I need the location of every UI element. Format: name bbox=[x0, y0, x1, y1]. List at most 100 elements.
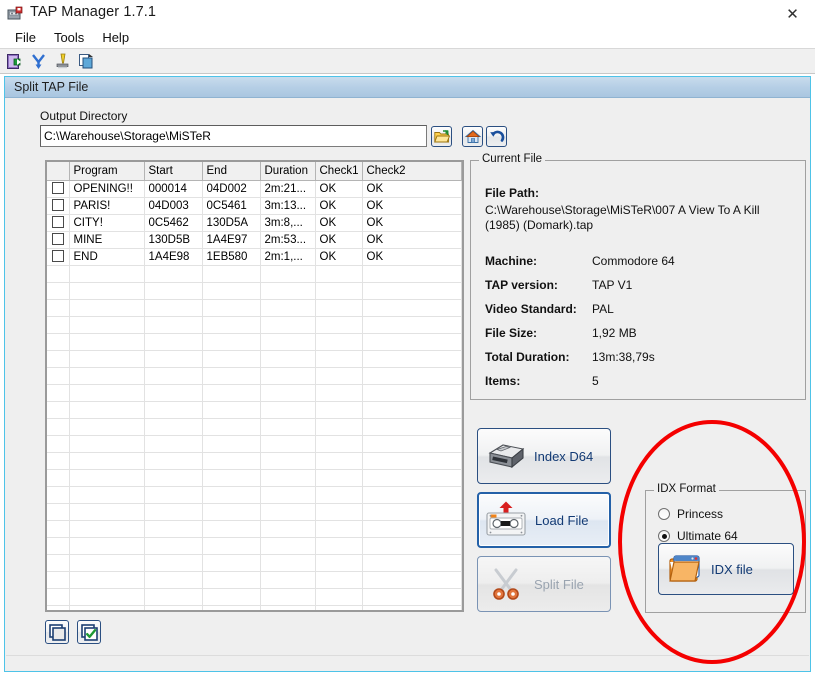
cell-empty bbox=[202, 571, 261, 589]
tap-version-label: TAP version: bbox=[485, 278, 558, 292]
cell-empty bbox=[362, 452, 462, 470]
table-row-empty bbox=[47, 486, 462, 504]
undo-icon[interactable] bbox=[486, 126, 507, 147]
checkbox-icon[interactable] bbox=[51, 199, 64, 212]
split-file-label: Split File bbox=[534, 576, 584, 592]
cell-empty bbox=[144, 469, 203, 487]
cell-empty bbox=[69, 554, 145, 572]
checkbox-icon[interactable] bbox=[51, 250, 64, 263]
cell-empty bbox=[47, 265, 70, 283]
split-file-button[interactable]: Split File bbox=[477, 556, 611, 612]
output-directory-input[interactable] bbox=[40, 125, 427, 147]
index-d64-button[interactable]: Index D64 bbox=[477, 428, 611, 484]
cell-empty bbox=[260, 469, 316, 487]
cell-empty bbox=[47, 282, 70, 300]
home-icon[interactable] bbox=[462, 126, 483, 147]
cell-empty bbox=[144, 554, 203, 572]
radio-princess[interactable]: Princess bbox=[658, 507, 723, 521]
load-file-label: Load File bbox=[535, 512, 589, 528]
radio-icon-unselected bbox=[658, 508, 670, 520]
cell-empty bbox=[315, 350, 363, 368]
check-all-icon[interactable] bbox=[77, 620, 101, 644]
cell-empty bbox=[260, 316, 316, 334]
cell-empty bbox=[202, 367, 261, 385]
column-header-check1[interactable]: Check1 bbox=[315, 162, 363, 181]
cell-empty bbox=[362, 299, 462, 317]
checkbox-icon[interactable] bbox=[51, 216, 64, 229]
cell-check2: OK bbox=[362, 248, 462, 266]
cell-program: END bbox=[69, 248, 145, 266]
index-d64-label: Index D64 bbox=[534, 448, 594, 464]
load-file-button[interactable]: Load File bbox=[477, 492, 611, 548]
row-checkbox-cell[interactable] bbox=[47, 248, 70, 266]
close-icon[interactable]: ✕ bbox=[770, 0, 815, 28]
select-all-icon[interactable] bbox=[45, 620, 69, 644]
cell-program: OPENING!! bbox=[69, 180, 145, 198]
file-path-label: File Path: bbox=[485, 186, 540, 200]
cell-empty bbox=[260, 350, 316, 368]
cell-duration: 2m:53... bbox=[260, 231, 316, 249]
cell-empty bbox=[260, 418, 316, 436]
cell-empty bbox=[315, 503, 363, 521]
row-checkbox-cell[interactable] bbox=[47, 197, 70, 215]
menu-item-file[interactable]: File bbox=[6, 28, 45, 47]
cell-empty bbox=[47, 418, 70, 436]
cell-empty bbox=[47, 554, 70, 572]
cell-empty bbox=[362, 282, 462, 300]
cell-empty bbox=[260, 605, 316, 610]
table-row[interactable]: CITY! 0C5462 130D5A 3m:8,... OK OK bbox=[47, 214, 462, 232]
table-row[interactable]: MINE 130D5B 1A4E97 2m:53... OK OK bbox=[47, 231, 462, 249]
cell-end: 04D002 bbox=[202, 180, 261, 198]
program-list-grid[interactable]: Program Start End Duration Check1 Check2… bbox=[45, 160, 464, 612]
saw-icon[interactable] bbox=[51, 50, 73, 72]
split-icon[interactable] bbox=[27, 50, 49, 72]
exit-icon[interactable] bbox=[3, 50, 25, 72]
radio-ultimate-64[interactable]: Ultimate 64 bbox=[658, 529, 738, 543]
cell-empty bbox=[315, 588, 363, 606]
idx-file-button[interactable]: IDX file bbox=[658, 543, 794, 595]
browse-folder-icon[interactable] bbox=[431, 126, 452, 147]
cell-empty bbox=[69, 486, 145, 504]
tab-split-tap-file[interactable]: Split TAP File bbox=[14, 80, 88, 94]
cell-empty bbox=[144, 520, 203, 538]
scissors-icon bbox=[478, 567, 534, 601]
table-row[interactable]: OPENING!! 000014 04D002 2m:21... OK OK bbox=[47, 180, 462, 198]
column-header-duration[interactable]: Duration bbox=[260, 162, 316, 181]
row-checkbox-cell[interactable] bbox=[47, 214, 70, 232]
cell-empty bbox=[315, 265, 363, 283]
cell-empty bbox=[260, 435, 316, 453]
column-header-check2[interactable]: Check2 bbox=[362, 162, 462, 181]
cell-empty bbox=[315, 571, 363, 589]
row-checkbox-cell[interactable] bbox=[47, 231, 70, 249]
table-row-empty bbox=[47, 333, 462, 351]
idx-format-group: IDX Format Princess Ultimate 64 IDX file bbox=[645, 483, 806, 613]
cell-empty bbox=[362, 537, 462, 555]
table-row-empty bbox=[47, 384, 462, 402]
idx-format-group-title: IDX Format bbox=[654, 483, 719, 495]
table-row[interactable]: END 1A4E98 1EB580 2m:1,... OK OK bbox=[47, 248, 462, 266]
cell-empty bbox=[315, 452, 363, 470]
menu-item-help[interactable]: Help bbox=[93, 28, 138, 47]
cell-empty bbox=[315, 418, 363, 436]
cell-empty bbox=[47, 605, 70, 610]
column-header-start[interactable]: Start bbox=[144, 162, 203, 181]
checkbox-icon[interactable] bbox=[51, 182, 64, 195]
copy-icon[interactable] bbox=[75, 50, 97, 72]
cell-empty bbox=[315, 333, 363, 351]
cell-program: MINE bbox=[69, 231, 145, 249]
row-checkbox-cell[interactable] bbox=[47, 180, 70, 198]
cell-empty bbox=[260, 282, 316, 300]
menu-item-tools[interactable]: Tools bbox=[45, 28, 93, 47]
cell-empty bbox=[315, 401, 363, 419]
column-header-check[interactable] bbox=[47, 162, 70, 181]
cell-empty bbox=[362, 520, 462, 538]
cell-empty bbox=[47, 435, 70, 453]
video-standard-value: PAL bbox=[592, 302, 614, 316]
column-header-program[interactable]: Program bbox=[69, 162, 145, 181]
checkbox-icon[interactable] bbox=[51, 233, 64, 246]
table-row[interactable]: PARIS! 04D003 0C5461 3m:13... OK OK bbox=[47, 197, 462, 215]
column-header-end[interactable]: End bbox=[202, 162, 261, 181]
cell-empty bbox=[260, 384, 316, 402]
cell-check2: OK bbox=[362, 231, 462, 249]
program-table: Program Start End Duration Check1 Check2… bbox=[47, 162, 462, 610]
